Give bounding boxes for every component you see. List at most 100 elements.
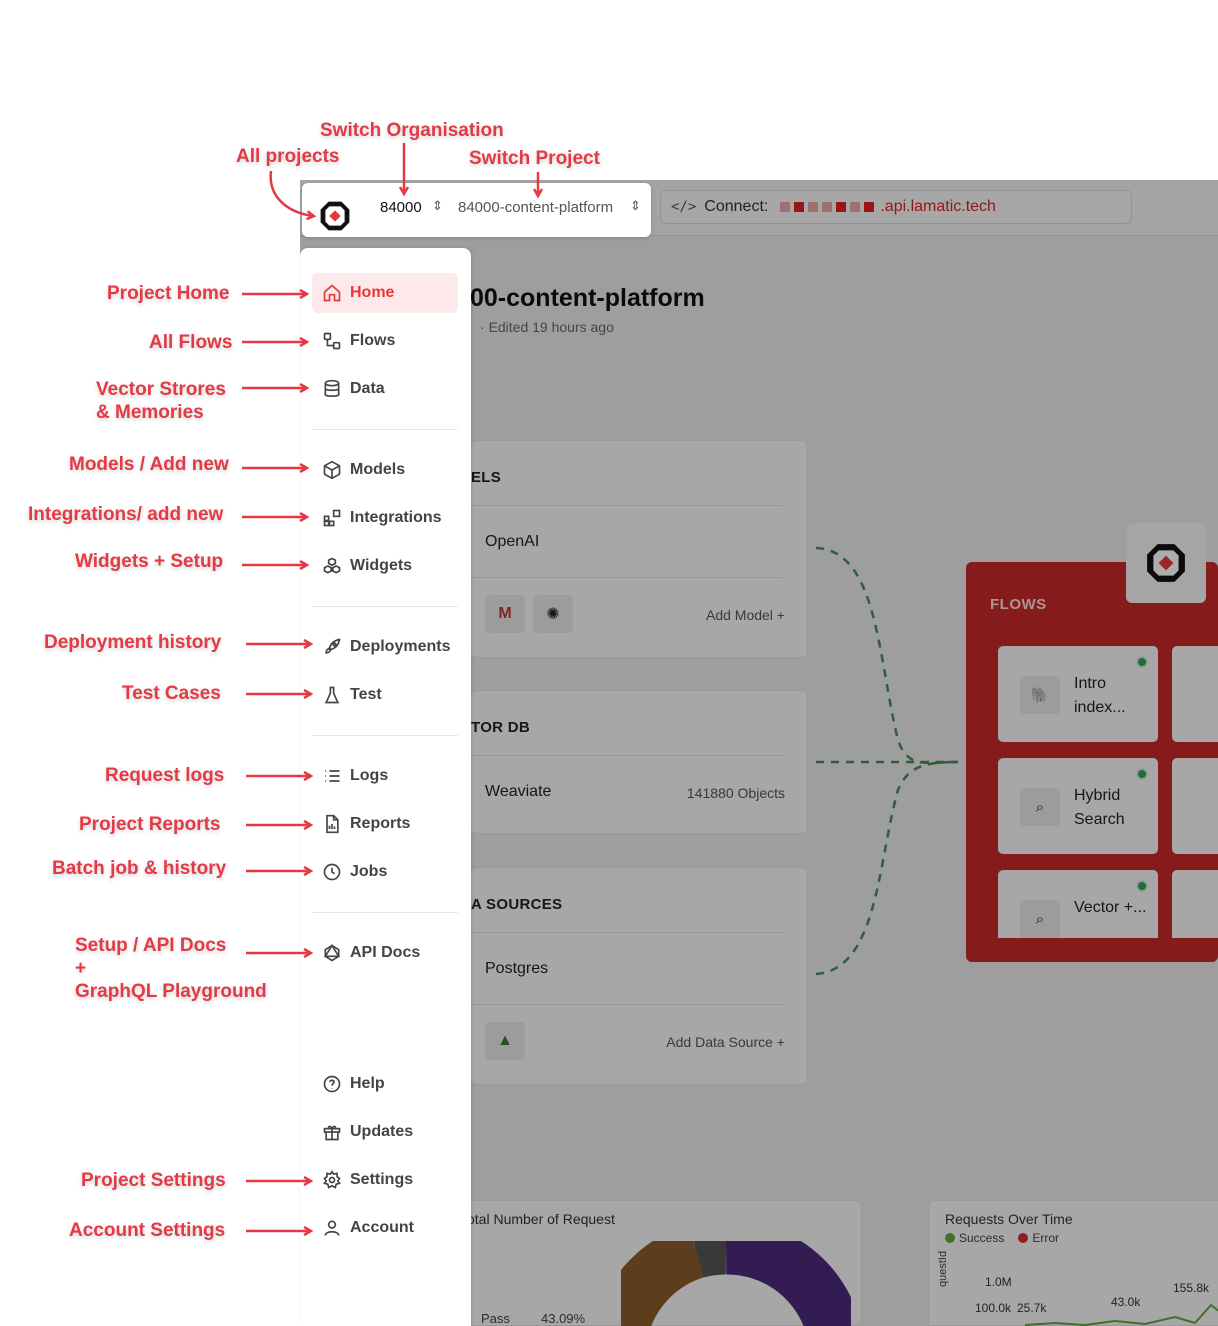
annotation-deployment: Deployment history	[44, 632, 222, 653]
report-icon	[326, 814, 339, 834]
annotation-vector-stores: Vector Strores	[96, 379, 226, 400]
sidebar: Home Flows Data Models Integrations Widg…	[300, 248, 471, 1326]
sidebar-item-flows[interactable]: Flows	[312, 321, 458, 361]
annotation-widgets: Widgets + Setup	[75, 551, 224, 572]
chevron-updown-icon: ⇕	[432, 198, 443, 213]
cube-icon	[323, 460, 341, 480]
flow-card[interactable]: ⌕ Hybrid Search	[998, 758, 1158, 854]
annotation-request-logs: Request logs	[105, 765, 225, 786]
connect-bar[interactable]: </> Connect: .api.lamatic.tech	[660, 190, 1132, 224]
annotation-switch-org: Switch Organisation	[320, 120, 504, 141]
model-item[interactable]: OpenAI	[485, 533, 539, 551]
add-model-button[interactable]: Add Model +	[706, 607, 785, 623]
flow-card[interactable]	[1172, 758, 1218, 854]
sidebar-item-label: Flows	[350, 332, 396, 349]
sidebar-item-api-docs[interactable]: API Docs	[312, 933, 458, 973]
user-icon	[324, 1220, 340, 1236]
list-icon	[325, 770, 340, 782]
add-model-label: Add Model	[705, 607, 773, 623]
legend-pass: Pass	[481, 1311, 510, 1326]
divider	[471, 755, 783, 756]
divider	[471, 932, 783, 933]
sidebar-item-settings[interactable]: Settings	[312, 1160, 458, 1200]
flow-card[interactable]	[1172, 646, 1218, 742]
code-icon: </>	[671, 199, 697, 215]
axis-label: questId	[937, 1250, 949, 1287]
sidebar-item-label: Settings	[350, 1171, 414, 1188]
database-icon	[324, 379, 340, 397]
widgets-icon	[323, 557, 341, 574]
sidebar-item-account[interactable]: Account	[312, 1208, 458, 1248]
vector-item[interactable]: Weaviate	[485, 783, 551, 801]
sidebar-item-home[interactable]: Home	[312, 273, 458, 313]
sidebar-item-label: Reports	[350, 815, 411, 832]
sidebar-item-label: Data	[350, 380, 385, 397]
sidebar-divider	[312, 429, 458, 430]
total-requests-card: otal Number of Request Pass 43.09%	[450, 1200, 862, 1326]
flow-name: Hybrid Search	[1074, 787, 1125, 828]
lamatic-logo-icon[interactable]	[319, 200, 351, 232]
sidebar-divider	[312, 912, 458, 913]
add-data-source-button[interactable]: Add Data Source +	[666, 1034, 785, 1050]
gear-icon	[323, 1170, 341, 1189]
annotation-all-flows: All Flows	[149, 332, 233, 353]
sidebar-item-label: Widgets	[350, 557, 413, 574]
flow-card[interactable]: ⌕ Vector +...	[998, 870, 1158, 938]
annotation-account-settings: Account Settings	[69, 1220, 226, 1241]
sidebar-item-label: Logs	[350, 767, 389, 784]
integrations-icon	[323, 509, 341, 527]
annotation-memories: & Memories	[96, 402, 204, 423]
requests-over-time-card: Requests Over Time Success Error 1.0M 10…	[928, 1200, 1218, 1326]
divider	[471, 1004, 783, 1005]
org-selector[interactable]: 84000	[380, 199, 422, 216]
sidebar-divider	[312, 735, 458, 736]
flow-card[interactable]: 🐘 Intro index...	[998, 646, 1158, 742]
flask-icon	[324, 686, 340, 704]
annotation-all-projects: All projects	[236, 146, 340, 167]
project-selector[interactable]: 84000-content-platform	[458, 199, 613, 216]
lamatic-logo-icon	[1147, 544, 1185, 582]
sidebar-item-label: Home	[350, 284, 395, 301]
success-dot	[945, 1233, 955, 1243]
sidebar-item-test[interactable]: Test	[312, 675, 458, 715]
donut-chart	[621, 1241, 851, 1326]
flows-panel: FLOWS 🐘 Intro index... ⌕ Hybrid Search ⌕…	[966, 562, 1218, 962]
search-icon: ⌕	[1020, 900, 1060, 938]
models-card: ELS OpenAI M ✺ Add Model +	[470, 440, 808, 658]
source-item[interactable]: Postgres	[485, 960, 548, 978]
connect-url[interactable]: .api.lamatic.tech	[880, 198, 996, 216]
sidebar-item-data[interactable]: Data	[312, 369, 458, 409]
sidebar-item-updates[interactable]: Updates	[312, 1112, 458, 1152]
flows-panel-label: FLOWS	[990, 596, 1047, 613]
flow-card[interactable]	[1172, 870, 1218, 938]
help-icon	[323, 1075, 341, 1093]
legend-error: Error	[1032, 1231, 1060, 1245]
annotation-test-cases: Test Cases	[122, 683, 221, 704]
connector-lines	[815, 546, 959, 976]
sidebar-item-jobs[interactable]: Jobs	[312, 852, 458, 892]
sidebar-divider	[312, 606, 458, 607]
sidebar-item-label: Deployments	[350, 638, 451, 655]
annotation-integrations: Integrations/ add new	[28, 504, 224, 525]
sidebar-item-models[interactable]: Models	[312, 450, 458, 490]
sidebar-item-label: Integrations	[350, 509, 442, 526]
sidebar-item-logs[interactable]: Logs	[312, 756, 458, 796]
requests-over-time-title: Requests Over Time	[945, 1211, 1073, 1227]
clock-icon	[323, 863, 341, 881]
graphql-icon	[323, 943, 341, 962]
sidebar-item-help[interactable]: Help	[312, 1064, 458, 1104]
sidebar-item-widgets[interactable]: Widgets	[312, 546, 458, 586]
status-dot	[1136, 880, 1148, 892]
sidebar-item-reports[interactable]: Reports	[312, 804, 458, 844]
flow-name: Vector +...	[1074, 899, 1147, 916]
sidebar-item-deployments[interactable]: Deployments	[312, 627, 458, 667]
sidebar-item-integrations[interactable]: Integrations	[312, 498, 458, 538]
tick-label: 155.8k	[1173, 1281, 1210, 1295]
mistral-icon: M	[485, 595, 525, 633]
home-icon	[323, 284, 341, 302]
annotation-batch-jobs: Batch job & history	[52, 858, 227, 879]
connect-label: Connect:	[704, 198, 769, 215]
flow-name: Intro index...	[1074, 675, 1126, 716]
data-sources-card: A SOURCES Postgres ▲ Add Data Source +	[470, 867, 808, 1085]
sidebar-item-label: Test	[350, 686, 382, 703]
